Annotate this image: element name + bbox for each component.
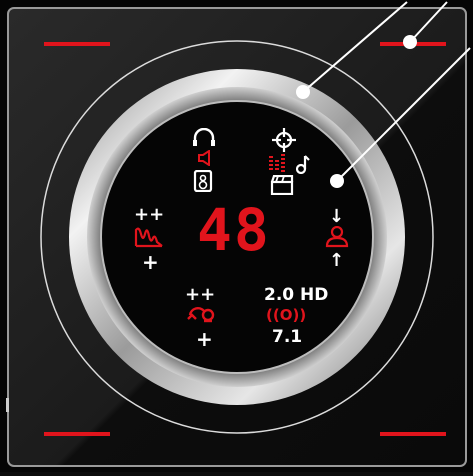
callout-dot-display [330,174,344,188]
mode-stereo-label[interactable]: 2.0 HD [264,285,328,305]
surround-icon[interactable]: ((O)) [266,306,306,324]
crosshair-icon[interactable] [272,128,296,156]
headset-icon[interactable] [191,127,217,152]
speaker-icon[interactable] [193,169,213,196]
mic-minus-label[interactable]: + [196,327,213,351]
mic-monitor-down-arrow[interactable]: ↓ [329,206,344,227]
bass-wave-icon[interactable] [134,226,164,252]
volume-display: 48 [197,196,271,264]
red-bar-top-left [44,42,110,46]
music-note-icon[interactable] [295,154,310,178]
equalizer-icon[interactable] [269,154,291,176]
mode-surround-label[interactable]: 7.1 [272,327,302,347]
red-bar-bottom-left [44,432,110,436]
clapperboard-icon[interactable] [270,174,294,199]
red-bar-bottom-right [380,432,446,436]
callout-dot-top-right [403,35,417,49]
mic-plus-label[interactable]: ++ [185,284,215,305]
mic-icon[interactable] [186,305,216,329]
callout-dot-ring [296,85,310,99]
speaker-small-icon[interactable] [197,149,213,170]
control-panel: ++ + 48 ↓ ↑ ++ + 2.0 HD ((O)) 7.1 [0,0,473,472]
bass-plus-label[interactable]: ++ [134,204,164,225]
user-mic-icon[interactable] [324,225,350,252]
mic-monitor-up-arrow[interactable]: ↑ [329,250,344,271]
bass-minus-label[interactable]: + [142,250,159,274]
